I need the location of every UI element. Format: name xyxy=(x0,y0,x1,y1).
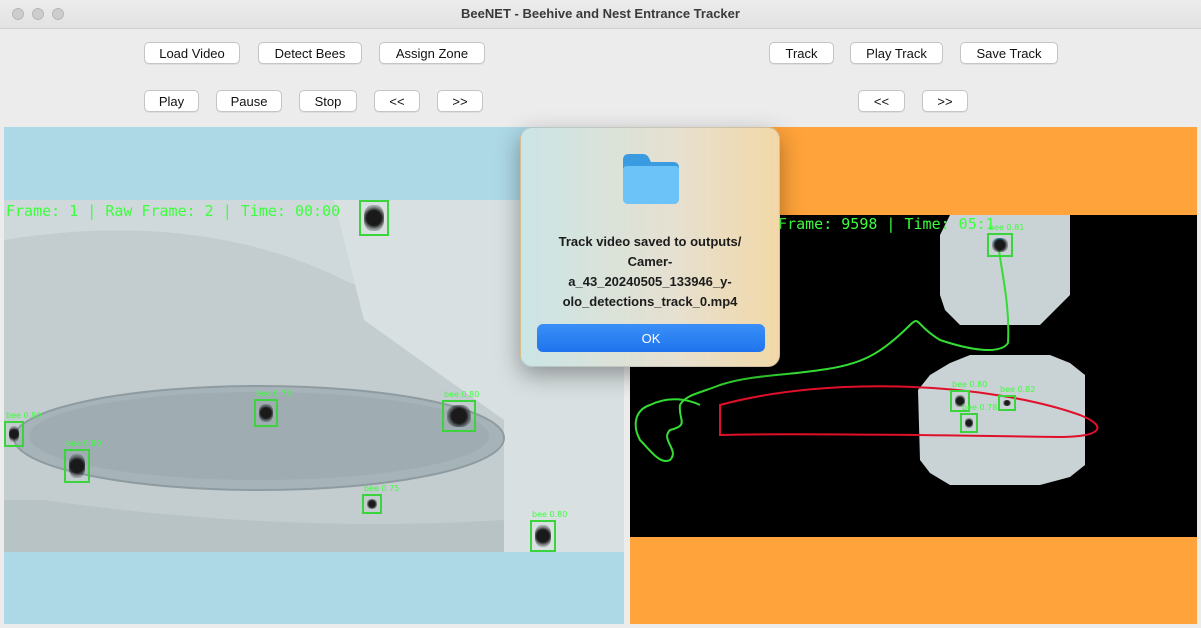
stop-button[interactable]: Stop xyxy=(299,90,357,112)
track-next-frame-button[interactable]: >> xyxy=(922,90,968,112)
dialog-message-line: Camer- xyxy=(627,254,673,269)
bee-detection-box: bee 0.75 xyxy=(362,484,399,514)
bee-detection-box: bee 0.80 xyxy=(4,411,41,447)
track-info-overlay: y Frame: 9598 | Time: 05:1 xyxy=(760,215,995,233)
bee xyxy=(259,404,273,422)
detection-label: bee 0.75 xyxy=(364,484,400,493)
track-button[interactable]: Track xyxy=(769,42,834,64)
assign-zone-button[interactable]: Assign Zone xyxy=(379,42,485,64)
title-bar: BeeNET - Beehive and Nest Entrance Track… xyxy=(0,0,1201,29)
bee xyxy=(535,525,551,547)
bee-detection-box: bee 0.73 xyxy=(254,389,291,427)
bee xyxy=(447,405,471,427)
detection-label: bee 0.80 xyxy=(532,510,568,519)
bee-detection-box xyxy=(359,200,389,236)
bee-detection-box: bee 0.80 xyxy=(442,390,479,432)
dialog-message: Track video saved to outputs/ Camer- a_4… xyxy=(541,232,759,312)
bee xyxy=(992,238,1008,252)
bee xyxy=(69,454,85,478)
bee xyxy=(364,205,384,231)
dialog-message-line: a_43_20240505_133946_y- xyxy=(568,274,732,289)
play-button[interactable]: Play xyxy=(144,90,199,112)
bee xyxy=(965,418,973,428)
save-track-button[interactable]: Save Track xyxy=(960,42,1058,64)
next-frame-button[interactable]: >> xyxy=(437,90,483,112)
bee-detection-box: bee 0.80 xyxy=(64,439,101,483)
track-prev-frame-button[interactable]: << xyxy=(858,90,905,112)
detection-label: bee 0.73 xyxy=(256,389,292,398)
pause-button[interactable]: Pause xyxy=(216,90,282,112)
bee-detection-box: bee 0.82 xyxy=(998,385,1035,411)
detection-label: bee 0.81 xyxy=(989,223,1025,232)
bee xyxy=(367,499,377,509)
app-window: BeeNET - Beehive and Nest Entrance Track… xyxy=(0,0,1201,628)
save-confirmation-dialog: Track video saved to outputs/ Camer- a_4… xyxy=(520,127,780,367)
bee-detection-box: bee 0.81 xyxy=(987,223,1024,257)
detection-label: bee 0.82 xyxy=(1000,385,1036,394)
detection-label: bee 0.80 xyxy=(6,411,42,420)
play-track-button[interactable]: Play Track xyxy=(850,42,943,64)
ok-button[interactable]: OK xyxy=(537,324,765,352)
bee xyxy=(9,426,19,442)
prev-frame-button[interactable]: << xyxy=(374,90,420,112)
detection-label: bee 0.80 xyxy=(66,439,102,448)
detection-label: bee 0.80 xyxy=(444,390,480,399)
window-title: BeeNET - Beehive and Nest Entrance Track… xyxy=(461,6,740,21)
dialog-message-line: olo_detections_track_0.mp4 xyxy=(562,294,738,309)
bee-detection-box: bee 0.78 xyxy=(960,403,997,433)
bee-detection-box: bee 0.80 xyxy=(530,510,567,552)
folder-icon xyxy=(623,154,679,204)
load-video-button[interactable]: Load Video xyxy=(144,42,240,64)
bee xyxy=(1003,400,1011,406)
dialog-message-line: Track video saved to outputs/ xyxy=(558,234,742,249)
detect-bees-button[interactable]: Detect Bees xyxy=(258,42,362,64)
frame-info-overlay: Frame: 1 | Raw Frame: 2 | Time: 00:00 xyxy=(6,202,341,220)
detection-label: bee 0.80 xyxy=(952,380,988,389)
detection-label: bee 0.78 xyxy=(962,403,998,412)
